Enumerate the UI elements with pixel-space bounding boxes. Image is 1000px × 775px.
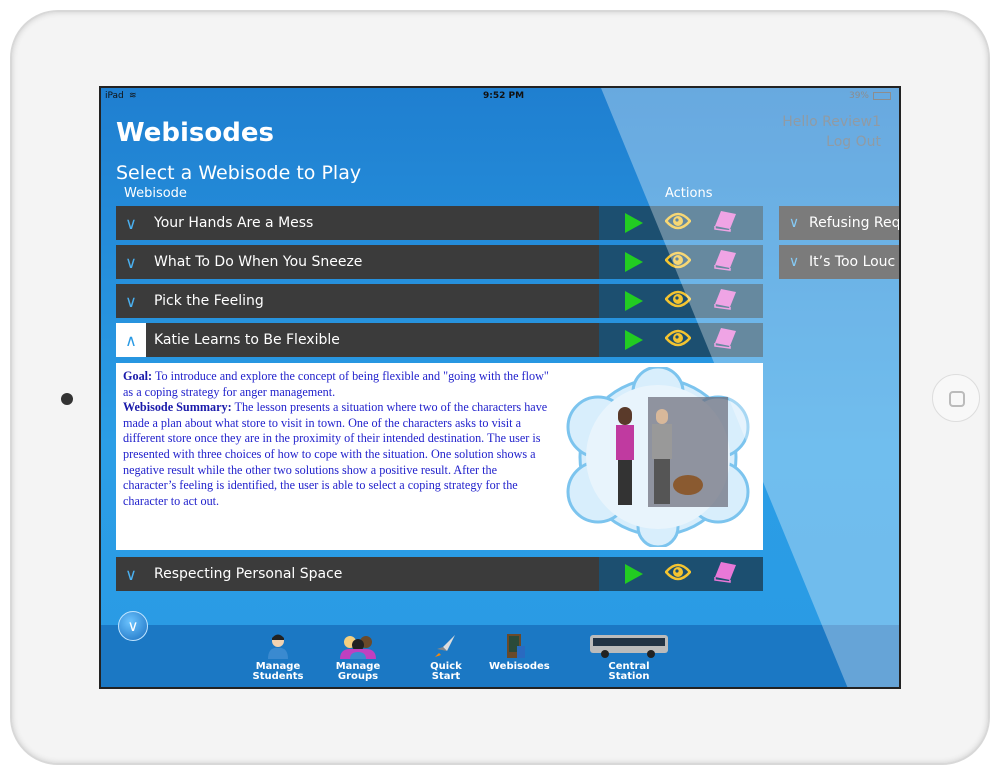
summary-text: The lesson presents a situation where tw… <box>123 400 548 508</box>
page-title: Webisodes <box>116 118 274 148</box>
webisode-thumbnail[interactable] <box>558 367 758 547</box>
chevron-down-icon[interactable]: ∨ <box>779 206 809 240</box>
goal-text: To introduce and explore the concept of … <box>123 369 549 399</box>
webisodes-icon <box>489 633 543 659</box>
book-icon[interactable] <box>713 561 737 587</box>
toolbar-label: Groups <box>337 671 379 682</box>
webisode-title[interactable]: What To Do When You Sneeze <box>146 245 599 279</box>
device-label: iPad <box>105 91 124 101</box>
greeting: Hello Review1 <box>782 114 881 130</box>
chevron-up-icon[interactable]: ∧ <box>116 323 146 357</box>
webisode-title[interactable]: Your Hands Are a Mess <box>146 206 599 240</box>
webisode-title[interactable]: Katie Learns to Be Flexible <box>146 323 599 357</box>
webisode-description: Goal: To introduce and explore the conce… <box>123 369 553 509</box>
summary-label: Webisode Summary: <box>123 400 232 415</box>
play-icon[interactable] <box>625 291 643 311</box>
page-subtitle: Select a Webisode to Play <box>116 162 362 184</box>
battery-level: 39% <box>848 91 869 101</box>
chevron-down-icon[interactable]: ∨ <box>116 245 146 279</box>
webisode-title: Refusing Req <box>809 215 901 231</box>
manage-students-icon <box>251 633 305 659</box>
eye-icon[interactable] <box>664 290 692 312</box>
play-icon[interactable] <box>625 252 643 272</box>
webisode-row[interactable]: ∨ Your Hands Are a Mess <box>116 206 763 240</box>
column-header-actions: Actions <box>665 186 713 201</box>
webisode-title[interactable]: Respecting Personal Space <box>146 557 599 591</box>
camera <box>61 393 73 405</box>
toolbar-webisodes[interactable]: Webisodes <box>489 633 550 672</box>
toolbar-central-station[interactable]: Central Station <box>587 633 671 682</box>
chevron-down-icon[interactable]: ∨ <box>116 206 146 240</box>
battery-icon <box>873 92 891 100</box>
manage-groups-icon <box>331 633 385 659</box>
eye-icon[interactable] <box>664 329 692 351</box>
app-screen: iPad ≋ 9:52 PM 39% Webisodes Select a We… <box>99 86 901 689</box>
home-button[interactable] <box>932 374 980 422</box>
eye-icon[interactable] <box>664 251 692 273</box>
play-icon[interactable] <box>625 564 643 584</box>
quick-start-icon <box>419 633 473 659</box>
play-icon[interactable] <box>625 213 643 233</box>
webisode-row[interactable]: ∨ It’s Too Louc <box>779 245 899 279</box>
toolbar-manage-groups[interactable]: Manage Groups <box>331 633 385 682</box>
webisode-row[interactable]: ∨ What To Do When You Sneeze <box>116 245 763 279</box>
webisode-row[interactable]: ∨ Respecting Personal Space <box>116 557 763 591</box>
scroll-down-button[interactable]: ∨ <box>118 611 148 641</box>
book-icon[interactable] <box>713 210 737 236</box>
book-icon[interactable] <box>713 327 737 353</box>
eye-icon[interactable] <box>664 563 692 585</box>
central-station-icon <box>587 633 671 659</box>
webisode-title: It’s Too Louc <box>809 254 896 270</box>
toolbar-label: Webisodes <box>489 661 550 672</box>
chevron-down-icon[interactable]: ∨ <box>116 284 146 318</box>
toolbar-label: Students <box>252 671 304 682</box>
wifi-icon: ≋ <box>129 91 137 101</box>
toolbar-quick-start[interactable]: Quick Start <box>419 633 473 682</box>
chevron-down-icon[interactable]: ∨ <box>779 245 809 279</box>
toolbar-label: Start <box>431 671 461 682</box>
goal-label: Goal: <box>123 369 153 383</box>
webisode-row[interactable]: ∨ Refusing Req <box>779 206 901 240</box>
toolbar-manage-students[interactable]: Manage Students <box>251 633 305 682</box>
column-header-webisode: Webisode <box>124 186 187 201</box>
eye-icon[interactable] <box>664 212 692 234</box>
webisode-row[interactable]: ∨ Pick the Feeling <box>116 284 763 318</box>
clock: 9:52 PM <box>483 91 525 101</box>
book-icon[interactable] <box>713 288 737 314</box>
webisode-row[interactable]: ∧ Katie Learns to Be Flexible <box>116 323 763 357</box>
webisode-title[interactable]: Pick the Feeling <box>146 284 599 318</box>
toolbar-label: Central Station <box>608 661 650 682</box>
chevron-down-icon[interactable]: ∨ <box>116 557 146 591</box>
play-icon[interactable] <box>625 330 643 350</box>
webisode-details: Goal: To introduce and explore the conce… <box>116 363 763 550</box>
logout-link[interactable]: Log Out <box>826 134 881 150</box>
status-bar: iPad ≋ 9:52 PM 39% <box>101 88 899 106</box>
book-icon[interactable] <box>713 249 737 275</box>
